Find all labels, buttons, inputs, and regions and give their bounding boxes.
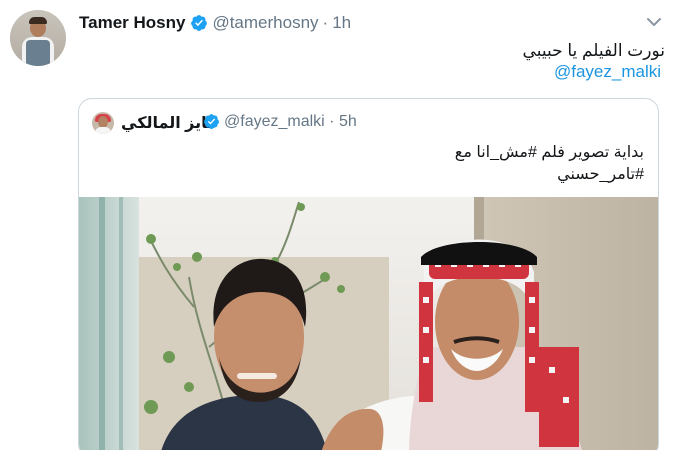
separator-dot: ·: [322, 13, 329, 32]
quoted-text-line: بداية تصوير فلم #مش_انا مع: [454, 144, 644, 161]
quoted-tweet[interactable]: فايز المالكي @fayez_malki · 5h بداية تصو…: [78, 98, 659, 450]
quoted-text-line: #تامر_حسني: [557, 166, 644, 183]
chevron-down-icon[interactable]: [646, 14, 662, 30]
tweet-header: Tamer Hosny @tamerhosny · 1h: [79, 12, 351, 34]
verified-badge-icon: [191, 15, 208, 31]
author-display-name[interactable]: Tamer Hosny: [79, 13, 185, 33]
quoted-author-handle[interactable]: @fayez_malki: [224, 113, 325, 130]
quoted-author-meta[interactable]: @fayez_malki · 5h: [224, 113, 357, 131]
tweet-text: نورت الفيلم يا حبيبي: [522, 41, 665, 60]
quoted-tweet-timestamp[interactable]: 5h: [339, 113, 357, 130]
quoted-tweet-text: بداية تصوير فلم #مش_انا مع #تامر_حسني: [455, 142, 644, 186]
quoted-tweet-photo[interactable]: [79, 197, 659, 450]
verified-badge-icon: [204, 114, 219, 129]
author-avatar[interactable]: [10, 10, 66, 66]
quoted-author-avatar[interactable]: [92, 112, 114, 134]
tweet[interactable]: Tamer Hosny @tamerhosny · 1h نورت الفيلم…: [0, 0, 679, 450]
author-handle[interactable]: @tamerhosny: [212, 13, 318, 33]
tweet-timestamp[interactable]: 1h: [332, 13, 351, 33]
separator-dot: ·: [329, 113, 335, 130]
mention-link[interactable]: @fayez_malki: [554, 62, 661, 82]
